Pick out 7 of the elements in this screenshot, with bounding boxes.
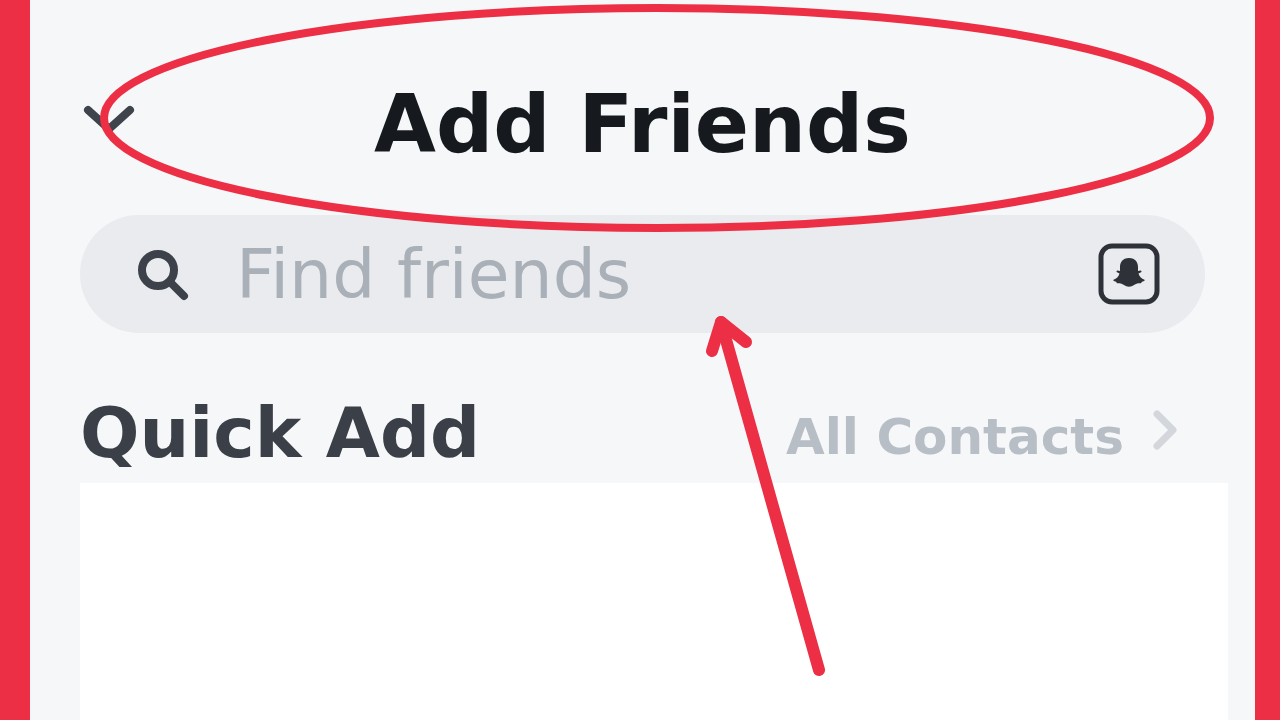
ghost-icon[interactable]	[1098, 243, 1160, 305]
chevron-right-icon	[1152, 410, 1178, 450]
section-heading: Quick Add	[80, 398, 481, 468]
search-input[interactable]: Find friends	[236, 229, 1068, 319]
search-field[interactable]: Find friends	[80, 215, 1205, 333]
contacts-link[interactable]: All Contacts	[786, 408, 1178, 466]
page-title: Add Friends	[374, 85, 911, 165]
